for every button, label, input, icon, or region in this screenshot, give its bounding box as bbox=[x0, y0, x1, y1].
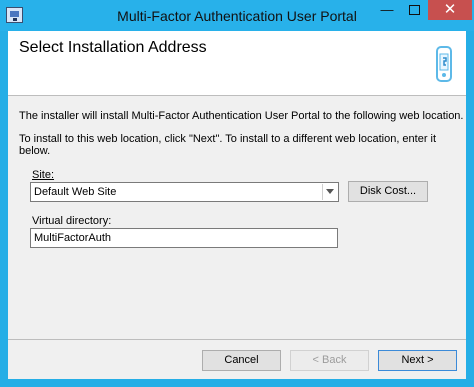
phone-icon bbox=[436, 46, 452, 82]
virtual-directory-input[interactable] bbox=[30, 228, 338, 248]
site-label: Site: bbox=[32, 169, 55, 181]
disk-cost-button[interactable]: Disk Cost... bbox=[348, 181, 428, 202]
close-button[interactable]: ✕ bbox=[428, 0, 472, 20]
install-location-description: The installer will install Multi-Factor … bbox=[19, 110, 464, 122]
minimize-icon: — bbox=[380, 2, 394, 17]
site-dropdown[interactable]: Default Web Site bbox=[30, 182, 339, 202]
minimize-button[interactable]: — bbox=[373, 0, 401, 20]
maximize-icon bbox=[409, 5, 420, 15]
dialog-content: Select Installation Address The installe… bbox=[8, 31, 466, 379]
installer-window: Multi-Factor Authentication User Portal … bbox=[0, 0, 474, 387]
page-title: Select Installation Address bbox=[19, 39, 207, 56]
close-icon: ✕ bbox=[443, 1, 457, 18]
cancel-button[interactable]: Cancel bbox=[202, 350, 281, 371]
title-bar[interactable]: Multi-Factor Authentication User Portal … bbox=[0, 0, 474, 31]
virtual-directory-label: Virtual directory: bbox=[32, 215, 112, 227]
footer-divider bbox=[8, 339, 466, 340]
maximize-button[interactable] bbox=[401, 0, 428, 20]
dialog-header: Select Installation Address bbox=[8, 31, 466, 96]
back-button[interactable]: < Back bbox=[290, 350, 369, 371]
install-location-instruction: To install to this web location, click "… bbox=[19, 133, 437, 157]
next-button[interactable]: Next > bbox=[378, 350, 457, 371]
site-selected-value: Default Web Site bbox=[34, 186, 117, 198]
chevron-down-icon[interactable] bbox=[322, 184, 337, 200]
